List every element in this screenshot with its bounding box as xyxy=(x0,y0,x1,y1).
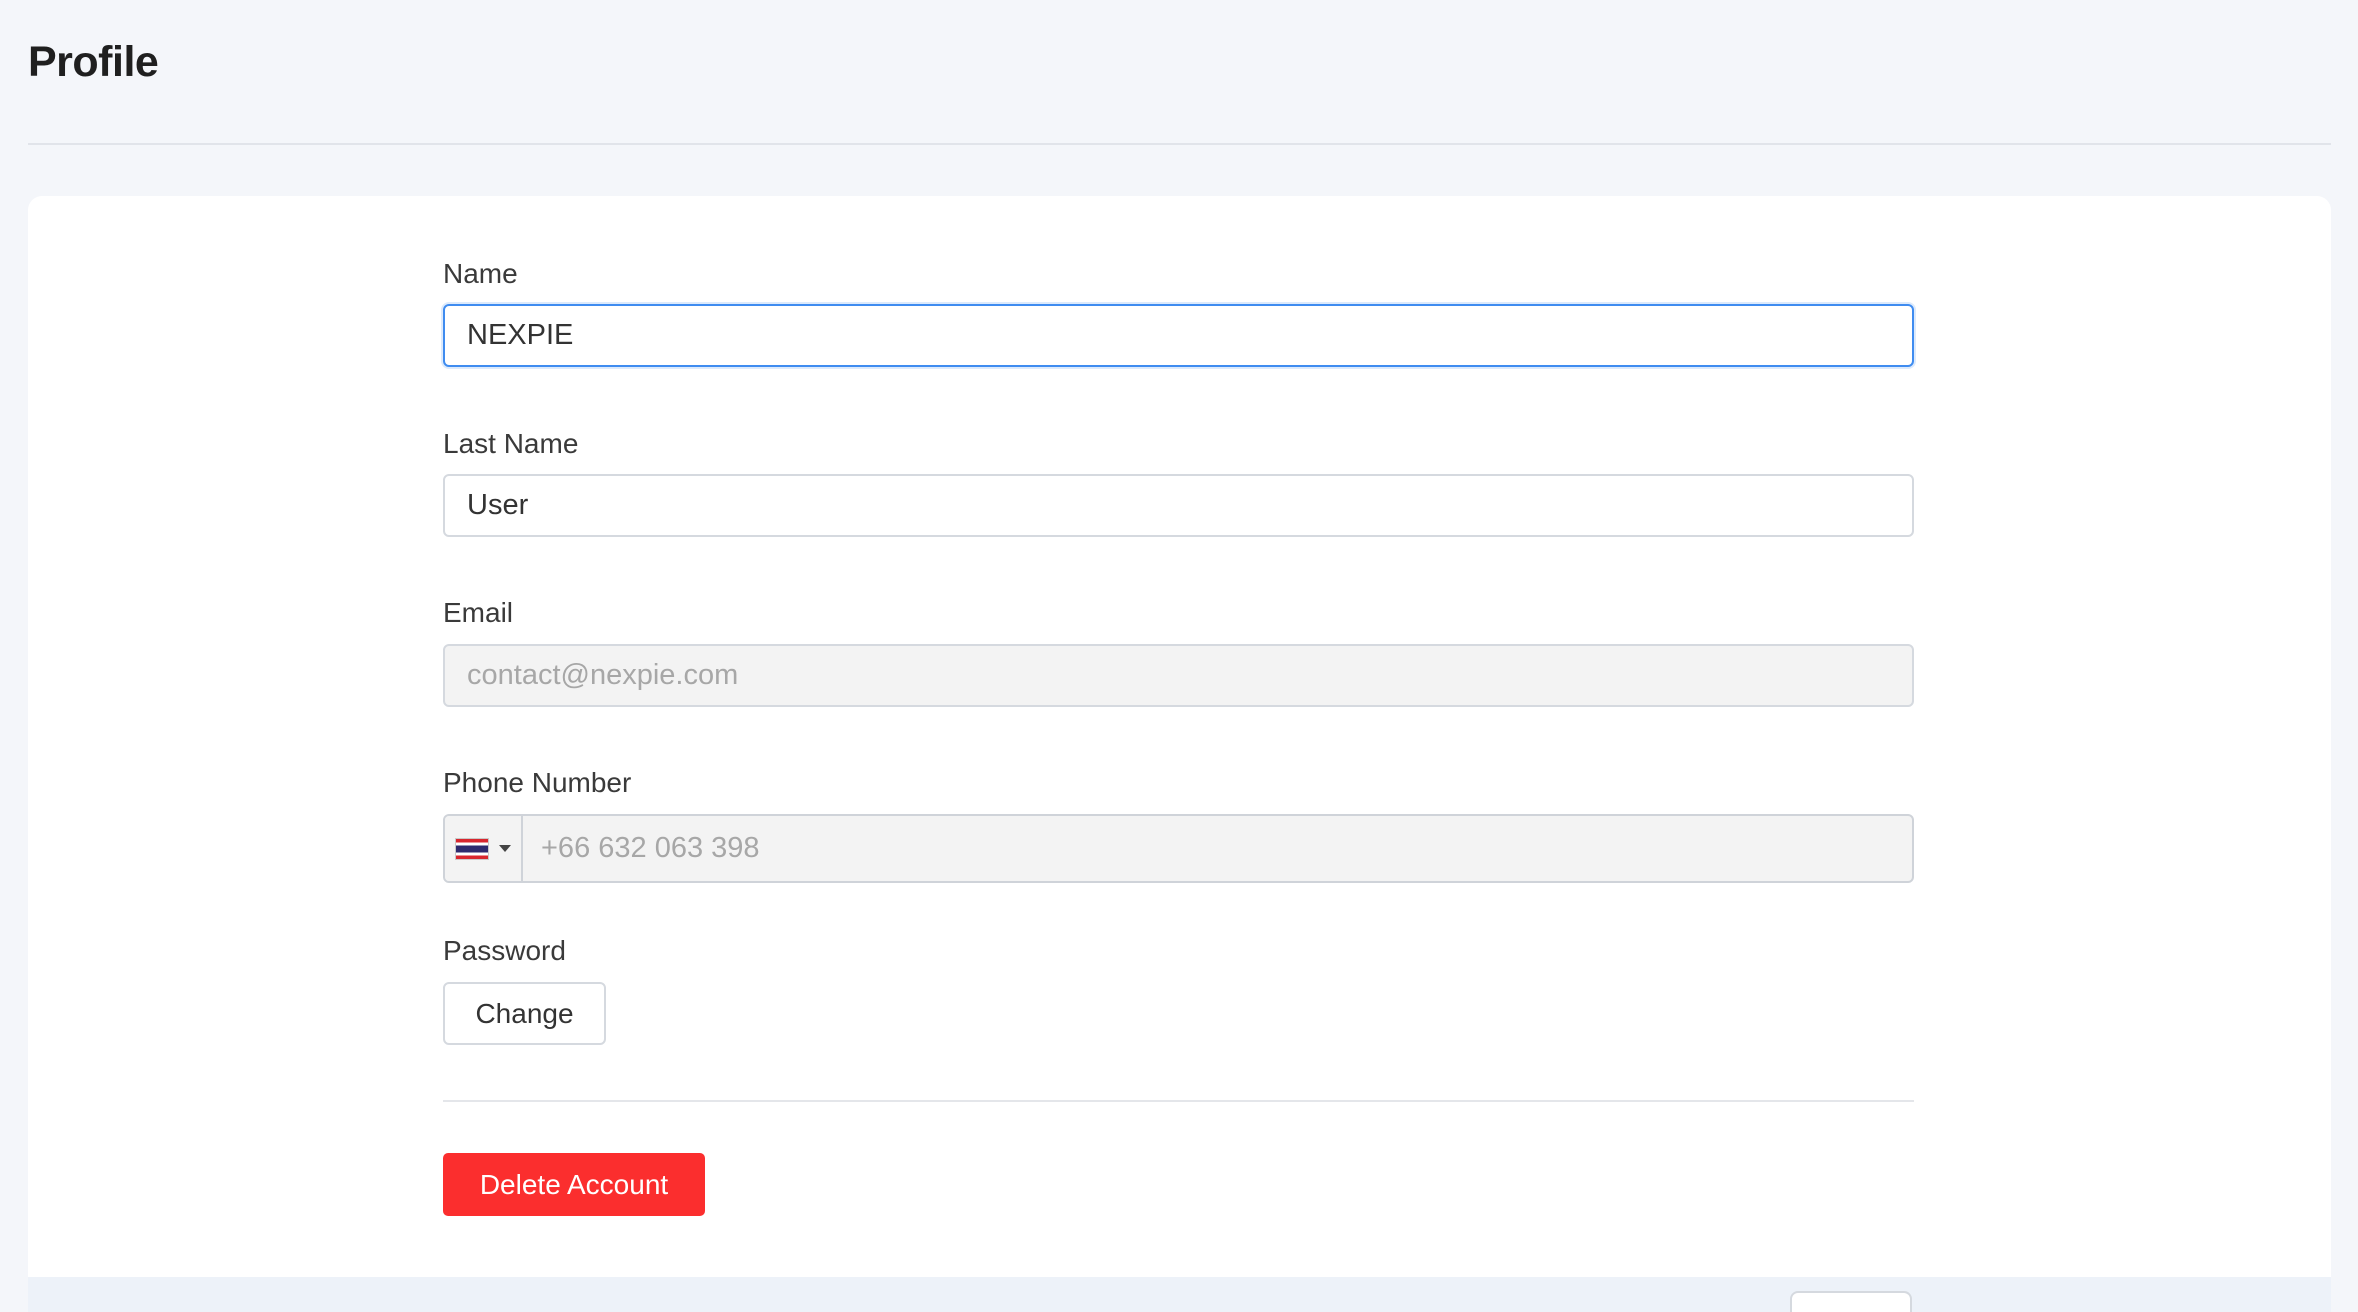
page-title: Profile xyxy=(28,38,159,86)
name-label: Name xyxy=(443,258,518,289)
thailand-flag-icon xyxy=(455,837,489,860)
phone-label: Phone Number xyxy=(443,767,632,798)
last-name-input[interactable] xyxy=(443,474,1914,537)
password-label: Password xyxy=(443,935,566,966)
title-divider xyxy=(28,143,2331,145)
profile-card: Name Last Name Email Phone Number Passwo… xyxy=(28,196,2331,1312)
footer-button[interactable] xyxy=(1790,1291,1912,1312)
name-input[interactable] xyxy=(443,304,1914,367)
chevron-down-icon xyxy=(499,845,511,852)
email-input[interactable] xyxy=(443,644,1914,707)
change-password-button[interactable]: Change xyxy=(443,982,606,1045)
delete-account-button[interactable]: Delete Account xyxy=(443,1153,705,1216)
country-code-select[interactable] xyxy=(445,816,523,881)
last-name-label: Last Name xyxy=(443,428,579,459)
card-footer xyxy=(28,1277,2331,1312)
phone-input[interactable] xyxy=(523,816,1912,881)
email-label: Email xyxy=(443,597,514,628)
form-divider xyxy=(443,1100,1914,1102)
phone-field xyxy=(443,814,1914,883)
